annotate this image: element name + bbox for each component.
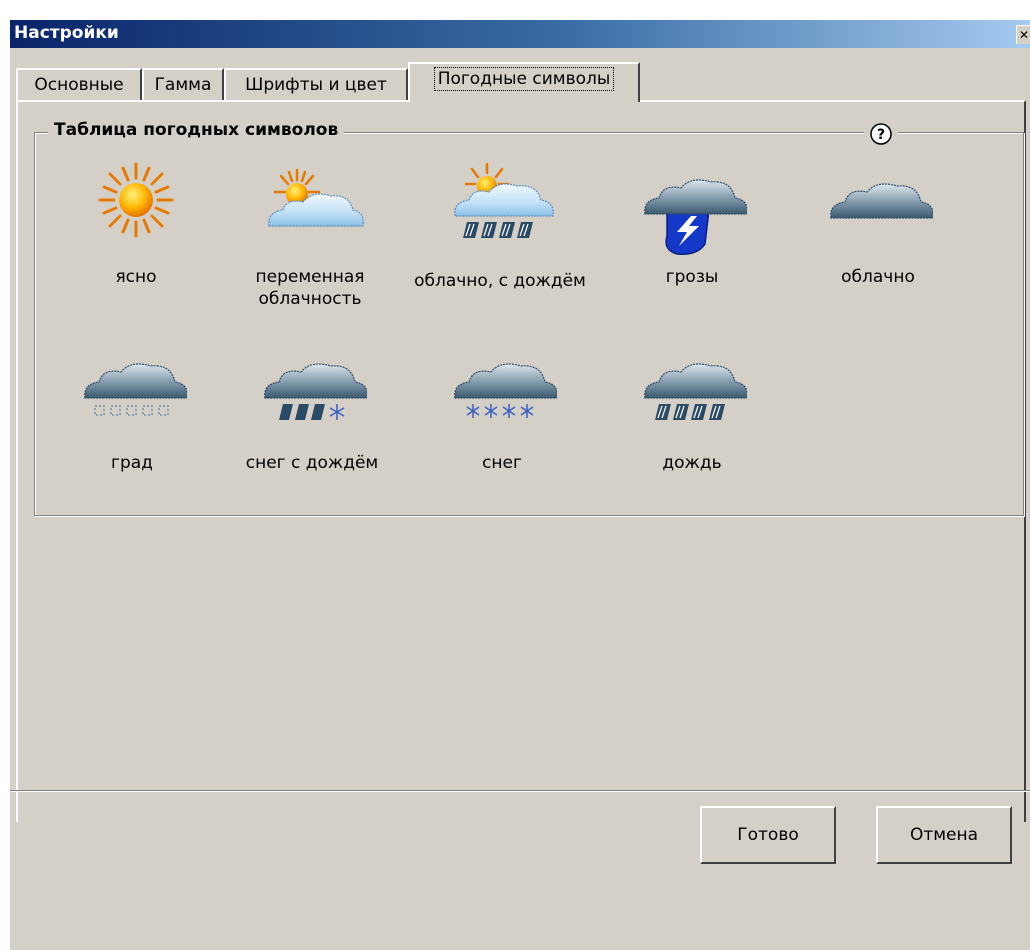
symbol-label: ясно — [115, 267, 157, 287]
symbol-label: снег с дождём — [245, 453, 379, 473]
sun-icon — [98, 162, 174, 238]
tab-fonts-color-label: Шрифты и цвет — [245, 75, 387, 95]
ok-button[interactable]: Готово — [700, 806, 836, 864]
symbol-snow: снег — [414, 346, 590, 474]
symbol-label: облачно, с дождём — [414, 271, 586, 291]
cloudy-rain-icon — [454, 162, 554, 238]
symbol-label: облачно — [841, 267, 915, 287]
symbol-thunderstorm: грозы — [604, 160, 780, 288]
svg-text:?: ? — [877, 127, 885, 143]
symbol-sleet: снег с дождём — [224, 346, 400, 474]
thunderstorm-icon — [644, 179, 747, 256]
button-bar-separator — [10, 790, 1030, 792]
cancel-button[interactable]: Отмена — [876, 806, 1012, 864]
partly-cloudy-icon — [268, 168, 364, 227]
symbol-label: грозы — [665, 267, 719, 287]
hail-icon — [84, 363, 187, 416]
symbol-cloudy: облачно — [790, 160, 966, 288]
symbol-rain: дождь — [604, 346, 780, 474]
tab-fonts-color[interactable]: Шрифты и цвет — [224, 68, 408, 100]
symbol-clear: ясно — [48, 160, 224, 288]
snow-icon — [454, 363, 557, 418]
close-button[interactable]: ✕ — [1016, 25, 1030, 44]
rain-icon — [644, 363, 747, 420]
symbol-label: переменная облачность — [255, 267, 365, 309]
group-title: Таблица погодных символов — [48, 120, 345, 140]
title-bar: Настройки ✕ — [10, 20, 1030, 48]
help-icon[interactable]: ? — [864, 121, 898, 147]
sleet-icon — [264, 363, 367, 420]
tab-weather-symbols[interactable]: Погодные символы — [408, 62, 640, 102]
cloud-icon — [830, 183, 933, 219]
tab-gamma-label: Гамма — [154, 75, 212, 95]
symbol-label: дождь — [662, 453, 722, 473]
tab-general-label: Основные — [34, 75, 124, 95]
symbol-hail: град — [44, 346, 220, 474]
tab-weather-symbols-label: Погодные символы — [433, 67, 615, 91]
window-title: Настройки — [14, 23, 119, 43]
tab-general[interactable]: Основные — [16, 68, 142, 100]
tab-gamma[interactable]: Гамма — [142, 68, 224, 100]
symbol-cloudy-rain: облачно, с дождём — [412, 160, 588, 292]
symbol-label: снег — [482, 453, 522, 473]
symbol-partly-cloudy: переменная облачность — [222, 160, 398, 310]
symbol-label: град — [111, 453, 153, 473]
